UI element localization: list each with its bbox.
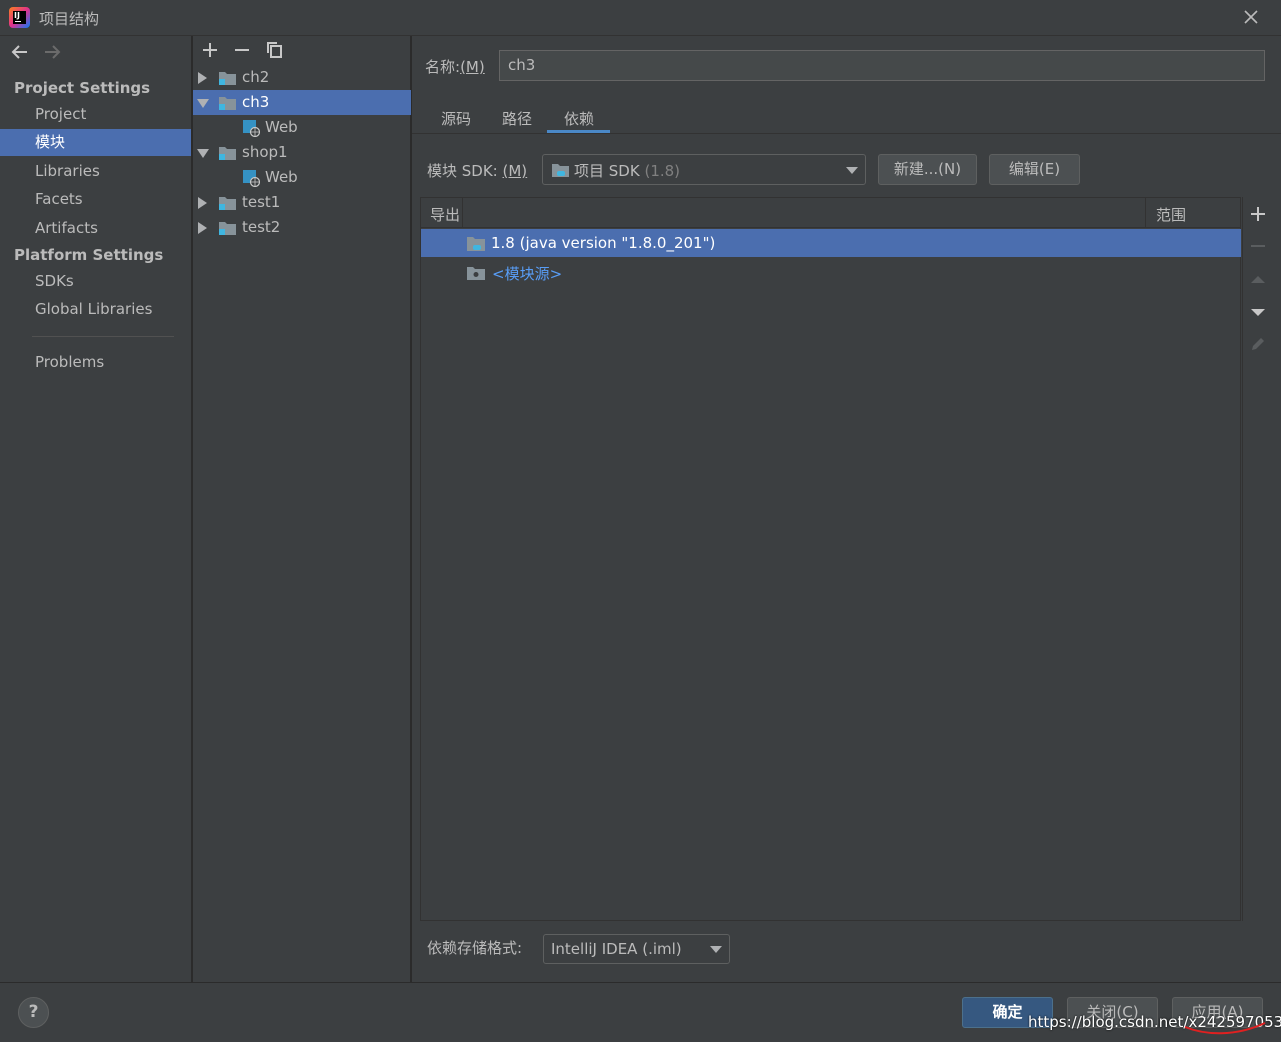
name-label-text: 名称:	[425, 58, 461, 76]
column-header-export[interactable]: 导出	[430, 204, 460, 225]
module-sdk-dropdown[interactable]: 项目 SDK (1.8)	[542, 154, 866, 185]
edit-sdk-button[interactable]: 编辑(E)	[989, 154, 1080, 185]
storage-format-label: 依赖存储格式:	[427, 939, 523, 957]
chevron-down-icon	[710, 946, 722, 953]
platform-settings-header: Platform Settings	[14, 246, 164, 264]
table-row[interactable]: 1.8 (java version "1.8.0_201")	[421, 229, 1241, 257]
intellij-logo-icon: IJ	[9, 7, 30, 28]
dependencies-table	[420, 197, 1241, 921]
dependency-label: <模块源>	[492, 265, 563, 283]
collapse-arrow-icon[interactable]	[197, 149, 209, 158]
expand-arrow-icon[interactable]	[198, 197, 207, 209]
jdk-folder-icon	[467, 237, 485, 251]
new-sdk-button[interactable]: 新建...(N)	[878, 154, 977, 185]
table-row[interactable]: <模块源>	[421, 258, 1241, 286]
tree-label: Web	[265, 118, 298, 136]
sidebar-item-project[interactable]: Project	[0, 101, 191, 128]
sidebar-item-artifacts[interactable]: Artifacts	[0, 215, 191, 242]
add-icon[interactable]	[200, 40, 220, 60]
sidebar-item-global-libraries[interactable]: Global Libraries	[0, 296, 191, 323]
collapse-arrow-icon[interactable]	[197, 99, 209, 108]
help-button[interactable]: ?	[18, 997, 49, 1028]
sidebar-item-sdks[interactable]: SDKs	[0, 268, 191, 295]
expand-arrow-icon[interactable]	[198, 222, 207, 234]
tabs-divider	[412, 133, 1281, 134]
tab-dependencies[interactable]: 依赖	[564, 108, 594, 129]
module-folder-icon	[219, 72, 236, 85]
dependency-label: 1.8 (java version "1.8.0_201")	[491, 234, 716, 252]
sdk-label-text: 模块 SDK:	[427, 162, 498, 180]
project-settings-header: Project Settings	[14, 79, 151, 97]
remove-icon[interactable]	[232, 40, 252, 60]
table-toolbar	[1242, 197, 1273, 921]
chevron-down-icon	[846, 167, 858, 174]
forward-arrow-icon[interactable]	[42, 42, 62, 62]
add-icon[interactable]	[1249, 205, 1267, 223]
module-name-input[interactable]: ch3	[499, 50, 1265, 81]
module-folder-icon	[219, 222, 236, 235]
tab-paths[interactable]: 路径	[502, 108, 532, 129]
column-divider	[462, 198, 463, 228]
window-title: 项目结构	[39, 10, 100, 28]
module-folder-icon	[219, 97, 236, 110]
table-header	[421, 198, 1240, 228]
sdk-folder-icon	[552, 164, 569, 177]
sidebar-divider	[32, 336, 174, 337]
tree-row-shop1[interactable]: shop1	[193, 140, 411, 165]
module-folder-icon	[219, 147, 236, 160]
title-bar	[0, 0, 1281, 36]
red-annotation-mark	[1184, 1022, 1266, 1035]
tree-label: test2	[242, 218, 281, 236]
tab-sources[interactable]: 源码	[441, 108, 471, 129]
tree-label: test1	[242, 193, 281, 211]
web-facet-icon	[243, 170, 260, 187]
sidebar-item-modules[interactable]: 模块	[0, 129, 191, 156]
tree-row-test1[interactable]: test1	[193, 190, 411, 215]
module-sdk-label: 模块 SDK: (M)	[427, 160, 527, 181]
module-folder-icon	[219, 197, 236, 210]
tree-label: Web	[265, 168, 298, 186]
close-icon[interactable]	[1240, 6, 1262, 28]
tree-row-ch3[interactable]: ch3	[193, 90, 411, 115]
tree-label: shop1	[242, 143, 288, 161]
storage-format-dropdown[interactable]: IntelliJ IDEA (.iml)	[543, 934, 730, 964]
web-facet-icon	[243, 120, 260, 137]
sdk-value: 项目 SDK	[574, 162, 640, 180]
name-label: 名称:(M)	[425, 56, 485, 77]
sdk-version: (1.8)	[644, 162, 681, 180]
column-header-scope[interactable]: 范围	[1156, 204, 1186, 225]
copy-icon[interactable]	[265, 40, 285, 60]
remove-icon[interactable]	[1249, 237, 1267, 255]
column-divider	[1145, 198, 1146, 228]
tree-row-web[interactable]: Web	[193, 165, 411, 190]
tree-row-ch2[interactable]: ch2	[193, 65, 411, 90]
module-source-folder-icon	[467, 267, 485, 280]
sdk-mnemonic: (M)	[502, 162, 528, 180]
sidebar-item-problems[interactable]: Problems	[0, 349, 191, 376]
move-down-icon[interactable]	[1249, 303, 1267, 321]
tree-label: ch3	[242, 93, 270, 111]
tree-row-web[interactable]: Web	[193, 115, 411, 140]
tree-row-test2[interactable]: test2	[193, 215, 411, 240]
expand-arrow-icon[interactable]	[198, 72, 207, 84]
name-mnemonic: (M)	[460, 58, 485, 76]
storage-format-value: IntelliJ IDEA (.iml)	[551, 940, 682, 958]
tree-label: ch2	[242, 68, 270, 86]
move-up-icon[interactable]	[1249, 271, 1267, 289]
sidebar-item-libraries[interactable]: Libraries	[0, 158, 191, 185]
edit-pencil-icon[interactable]	[1249, 335, 1267, 353]
sidebar-item-facets[interactable]: Facets	[0, 186, 191, 213]
back-arrow-icon[interactable]	[10, 42, 30, 62]
